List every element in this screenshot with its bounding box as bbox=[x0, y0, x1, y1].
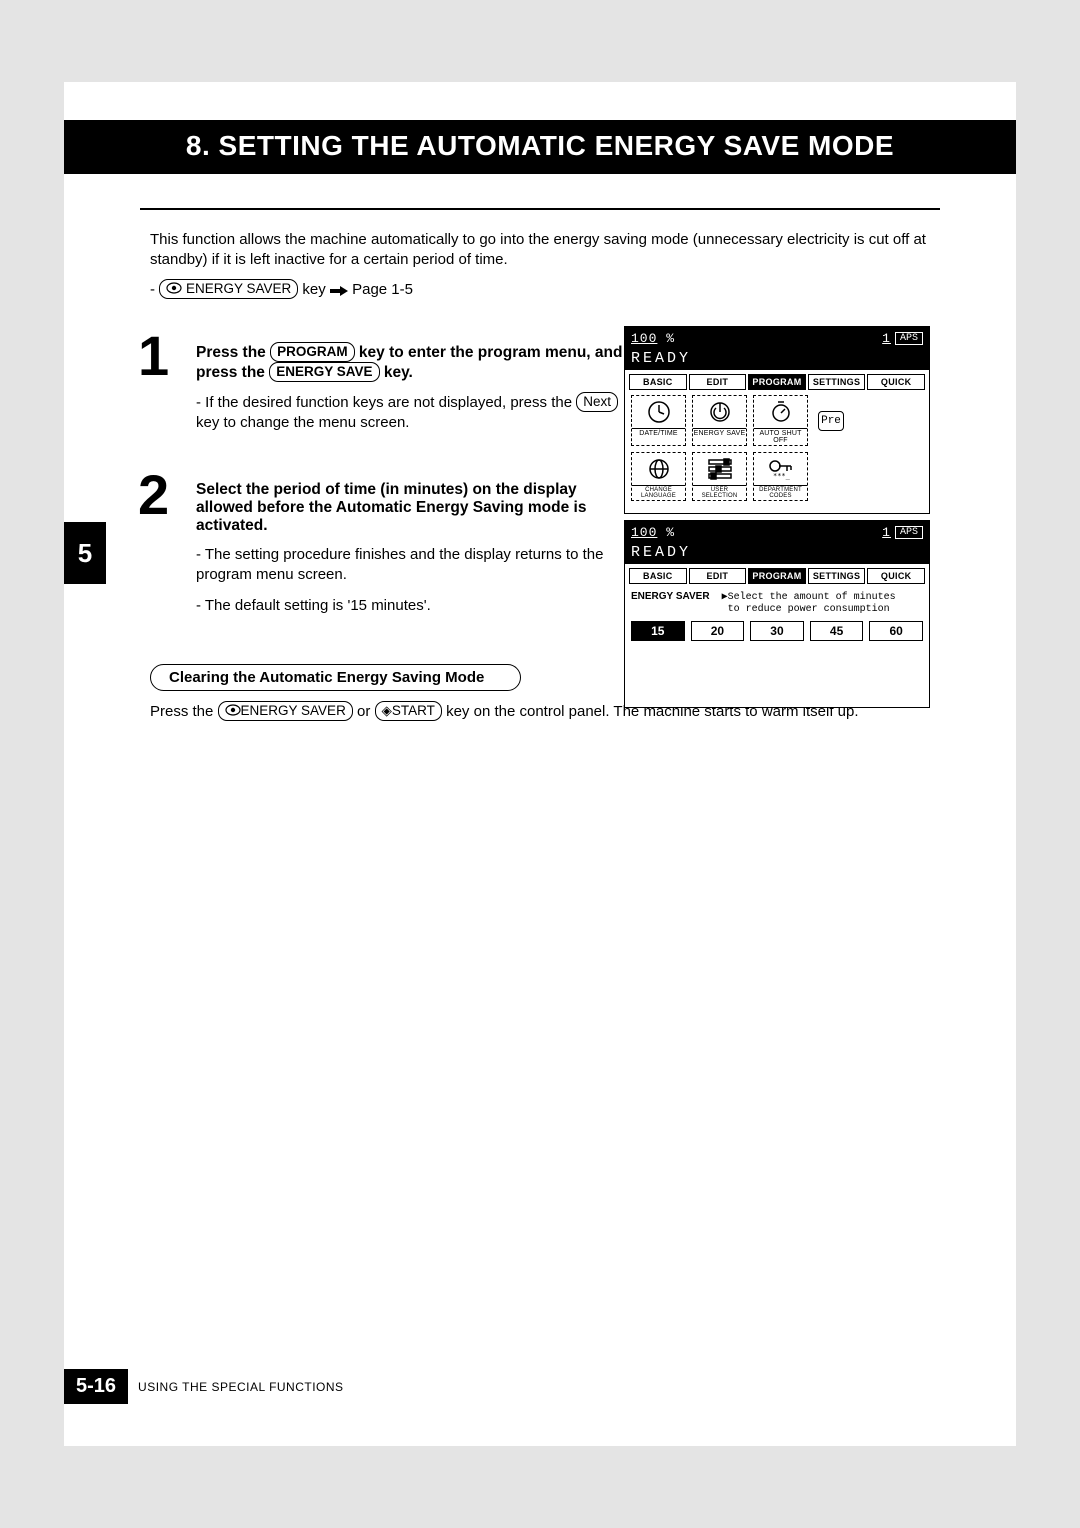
energy-save-button[interactable]: ENERGY SAVE bbox=[692, 395, 747, 446]
step-2-number: 2 bbox=[138, 467, 169, 523]
sliders-icon bbox=[693, 455, 746, 483]
title-rule bbox=[140, 208, 940, 210]
step-1-text: Press the PROGRAM key to enter the progr… bbox=[196, 342, 626, 434]
lcd2-body: ENERGY SAVER ▶Select the amount of minut… bbox=[625, 587, 929, 645]
tab-edit[interactable]: EDIT bbox=[689, 374, 747, 390]
energy-saver-title: ENERGY SAVER bbox=[631, 591, 710, 602]
clearing-heading: Clearing the Automatic Energy Saving Mod… bbox=[150, 664, 521, 691]
pre-button[interactable]: Pre bbox=[818, 411, 844, 431]
pct-symbol-2: % bbox=[666, 525, 675, 540]
key-icon: ***_ bbox=[754, 455, 807, 483]
lcd2-prompt2: to reduce power consumption bbox=[722, 604, 890, 615]
clear-t2: or bbox=[353, 703, 375, 720]
page-number: 5-16 bbox=[64, 1369, 128, 1404]
power-icon bbox=[693, 398, 746, 426]
pct-symbol: % bbox=[666, 331, 675, 346]
intro-dash: - bbox=[150, 281, 159, 298]
clock-icon bbox=[632, 398, 685, 426]
energy-saver-key: ENERGY SAVER bbox=[159, 279, 298, 299]
clear-t1: Press the bbox=[150, 703, 218, 720]
tab-edit-2[interactable]: EDIT bbox=[689, 568, 747, 584]
step1-part3: key. bbox=[380, 364, 413, 381]
page-title: 8. SETTING THE AUTOMATIC ENERGY SAVE MOD… bbox=[64, 120, 1016, 174]
lcd1-ready: READY bbox=[625, 349, 929, 370]
manual-page: 8. SETTING THE AUTOMATIC ENERGY SAVE MOD… bbox=[64, 82, 1016, 1446]
chapter-name: USING THE SPECIAL FUNCTIONS bbox=[138, 1380, 344, 1394]
auto-shutoff-button[interactable]: AUTO SHUT OFF bbox=[753, 395, 808, 446]
option-30[interactable]: 30 bbox=[750, 621, 804, 641]
option-45[interactable]: 45 bbox=[810, 621, 864, 641]
tab-basic[interactable]: BASIC bbox=[629, 374, 687, 390]
copies-count-2: 1 bbox=[882, 525, 891, 540]
step2-bold: Select the period of time (in minutes) o… bbox=[196, 481, 586, 534]
zoom-pct: 100 bbox=[631, 331, 657, 346]
intro-paragraph: This function allows the machine automat… bbox=[150, 230, 930, 271]
tab-program-2[interactable]: PROGRAM bbox=[748, 568, 806, 584]
energy-save-key: ENERGY SAVE bbox=[269, 362, 379, 382]
step1-sub-a: - If the desired function keys are not d… bbox=[196, 394, 576, 411]
step1-sub-b: key to change the menu screen. bbox=[196, 414, 409, 431]
step1-sub: - If the desired function keys are not d… bbox=[196, 392, 626, 434]
tab-basic-2[interactable]: BASIC bbox=[629, 568, 687, 584]
lcd2-ready: READY bbox=[625, 543, 929, 564]
step1-part1: Press the bbox=[196, 344, 270, 361]
chapter-thumb-tab: 5 bbox=[64, 522, 106, 584]
energy-save-label: ENERGY SAVE bbox=[693, 428, 746, 437]
energy-saver-key-2-label: ENERGY SAVER bbox=[241, 703, 346, 718]
step2-sub1: - The setting procedure finishes and the… bbox=[196, 545, 626, 586]
energy-saver-label: ENERGY SAVER bbox=[186, 281, 291, 296]
energy-icon bbox=[166, 281, 182, 293]
option-20[interactable]: 20 bbox=[691, 621, 745, 641]
lcd2-tabs: BASIC EDIT PROGRAM SETTINGS QUICK bbox=[625, 564, 929, 587]
svg-text:***_: ***_ bbox=[773, 472, 791, 480]
program-key: PROGRAM bbox=[270, 342, 355, 362]
tab-settings[interactable]: SETTINGS bbox=[808, 374, 866, 390]
tab-quick-2[interactable]: QUICK bbox=[867, 568, 925, 584]
tab-quick[interactable]: QUICK bbox=[867, 374, 925, 390]
tab-program[interactable]: PROGRAM bbox=[748, 374, 806, 390]
key-word: key bbox=[302, 281, 330, 298]
timer-icon bbox=[754, 398, 807, 426]
zoom-pct-2: 100 bbox=[631, 525, 657, 540]
auto-shutoff-label: AUTO SHUT OFF bbox=[754, 428, 807, 444]
lcd1-row1: DATE/TIME ENERGY SAVE AUTO SHUT OFF Pre bbox=[625, 393, 929, 448]
intro-key-line: - ENERGY SAVER key Page 1-5 bbox=[150, 279, 930, 300]
next-key: Next bbox=[576, 392, 618, 412]
option-15[interactable]: 15 bbox=[631, 621, 685, 641]
lcd1-statusbar: 100 % 1 APS bbox=[625, 327, 929, 349]
minute-options: 15 20 30 45 60 bbox=[631, 621, 923, 641]
energy-saver-key-2: ENERGY SAVER bbox=[218, 701, 353, 721]
step-2-text: Select the period of time (in minutes) o… bbox=[196, 481, 626, 616]
page-footer: 5-16 USING THE SPECIAL FUNCTIONS bbox=[64, 1369, 344, 1404]
lcd-screenshot-2: 100 % 1 APS READY BASIC EDIT PROGRAM SET… bbox=[624, 520, 930, 708]
lcd1-tabs: BASIC EDIT PROGRAM SETTINGS QUICK bbox=[625, 370, 929, 393]
copies-count: 1 bbox=[882, 331, 891, 346]
start-key: ◈START bbox=[375, 701, 442, 721]
step2-sub2: - The default setting is '15 minutes'. bbox=[196, 596, 626, 616]
lcd2-statusbar: 100 % 1 APS bbox=[625, 521, 929, 543]
globe-icon bbox=[632, 455, 685, 483]
date-time-label: DATE/TIME bbox=[632, 428, 685, 437]
step-1-number: 1 bbox=[138, 328, 169, 384]
arrow-right-icon bbox=[330, 283, 348, 300]
date-time-button[interactable]: DATE/TIME bbox=[631, 395, 686, 446]
start-key-label: START bbox=[392, 703, 435, 718]
page-ref: Page 1-5 bbox=[352, 281, 413, 298]
tab-settings-2[interactable]: SETTINGS bbox=[808, 568, 866, 584]
diamond-icon: ◈ bbox=[382, 703, 392, 718]
aps-indicator-2: APS bbox=[895, 526, 923, 539]
lcd2-prompt1: ▶Select the amount of minutes bbox=[722, 592, 896, 603]
aps-indicator: APS bbox=[895, 332, 923, 345]
option-60[interactable]: 60 bbox=[869, 621, 923, 641]
energy-icon-2 bbox=[225, 703, 241, 715]
